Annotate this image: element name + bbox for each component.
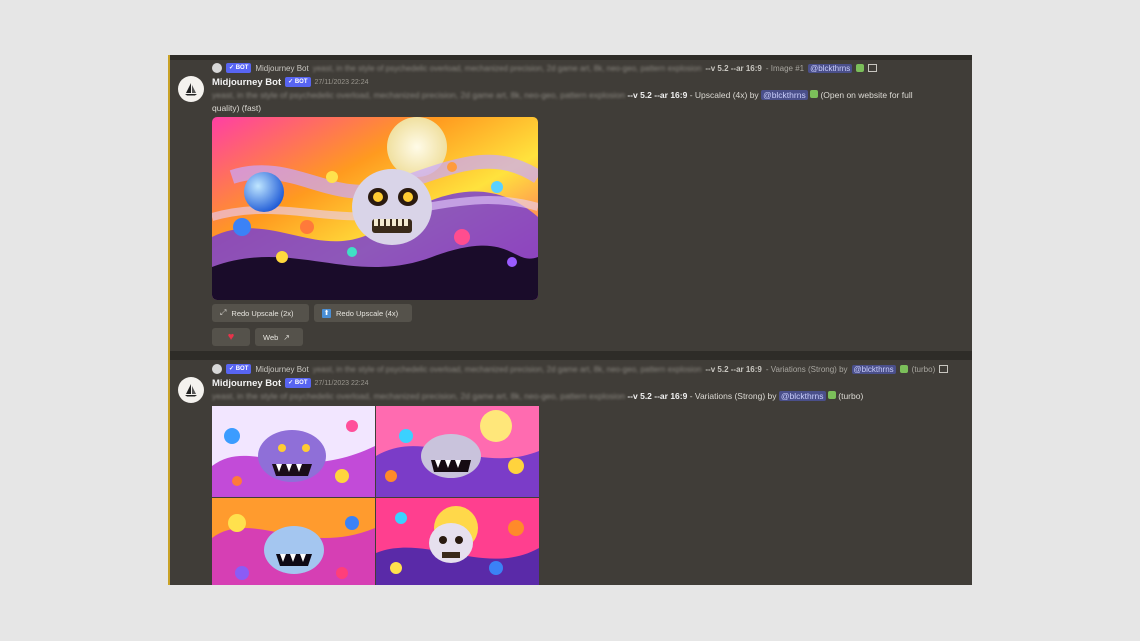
user-mention[interactable]: @blckthrns [761, 90, 808, 100]
variation-image-4[interactable] [376, 498, 539, 585]
chat-window: ✓ BOT Midjourney Bot yeast, in the style… [168, 55, 972, 585]
variation-artwork [376, 406, 539, 497]
image-icon [939, 365, 949, 373]
variation-image-2[interactable] [376, 406, 539, 497]
username[interactable]: Midjourney Bot [212, 378, 281, 389]
reply-mention[interactable]: @blckthrns [851, 364, 896, 374]
message-content: yeast, in the style of psychedelic overl… [212, 89, 932, 115]
redo-upscale-2x-label: Redo Upscale (2x) [231, 308, 294, 318]
avatar[interactable] [178, 76, 204, 102]
emoji-icon [827, 391, 836, 399]
variations-grid[interactable] [212, 406, 539, 585]
timestamp: 27/11/2023 22:24 [314, 78, 369, 86]
reply-params: --v 5.2 --ar 16:9 [705, 63, 762, 73]
image-icon [868, 64, 878, 72]
reply-username[interactable]: Midjourney Bot [255, 365, 308, 374]
web-button[interactable]: Web ↗ [255, 328, 303, 346]
emoji-icon [899, 365, 908, 373]
avatar[interactable] [178, 377, 204, 403]
reply-params: --v 5.2 --ar 16:9 [705, 364, 762, 374]
bot-badge: ✓ BOT [285, 378, 311, 388]
upload-icon: ⬆ [322, 308, 331, 318]
variation-artwork [212, 498, 375, 585]
redo-upscale-4x-label: Redo Upscale (4x) [336, 308, 399, 318]
user-mention[interactable]: @blckthrns [778, 391, 826, 401]
reply-mention[interactable]: @blckthrns [808, 63, 853, 73]
bot-badge: ✓ BOT [226, 364, 252, 374]
reply-reference[interactable]: ✓ BOT Midjourney Bot yeast, in the style… [212, 363, 949, 375]
heart-icon: ♥ [227, 331, 235, 343]
favorite-button[interactable]: ♥ [212, 328, 250, 346]
variation-image-1[interactable] [212, 406, 375, 497]
username[interactable]: Midjourney Bot [212, 77, 281, 88]
prompt-text: yeast, in the style of psychedelic overl… [212, 391, 625, 401]
variation-artwork [212, 406, 375, 497]
variation-image-3[interactable] [212, 498, 375, 585]
params-text: --v 5.2 --ar 16:9 [627, 90, 688, 100]
emoji-icon [856, 64, 865, 72]
web-label: Web [263, 332, 279, 342]
top-divider [170, 55, 972, 60]
action-text: - Variations (Strong) by [689, 391, 777, 401]
reply-username[interactable]: Midjourney Bot [255, 64, 308, 73]
reply-prompt: yeast, in the style of psychedelic overl… [312, 364, 702, 374]
redo-upscale-2x-button[interactable]: ⤢ Redo Upscale (2x) [212, 304, 309, 322]
reply-suffix: - Variations (Strong) by [765, 364, 848, 374]
emoji-icon [810, 90, 819, 98]
reply-reference[interactable]: ✓ BOT Midjourney Bot yeast, in the style… [212, 62, 878, 74]
message-content: yeast, in the style of psychedelic overl… [212, 390, 932, 403]
reply-suffix: - Image #1 [765, 63, 805, 73]
bot-badge: ✓ BOT [226, 63, 252, 73]
bot-badge: ✓ BOT [285, 77, 311, 87]
upscaled-image[interactable] [212, 117, 538, 300]
variation-artwork [376, 498, 539, 585]
reply-prompt: yeast, in the style of psychedelic overl… [312, 63, 702, 73]
prompt-text: yeast, in the style of psychedelic overl… [212, 90, 625, 100]
reply-avatar [212, 364, 222, 374]
message-divider [170, 351, 972, 360]
reply-avatar [212, 63, 222, 73]
external-link-icon: ↗ [283, 332, 290, 342]
message-header: Midjourney Bot ✓ BOT 27/11/2023 22:24 [212, 376, 368, 390]
tail-text: (turbo) [838, 391, 864, 401]
params-text: --v 5.2 --ar 16:9 [627, 391, 688, 401]
message-header: Midjourney Bot ✓ BOT 27/11/2023 22:24 [212, 75, 368, 89]
sailboat-icon [185, 83, 197, 96]
timestamp: 27/11/2023 22:24 [314, 379, 369, 387]
sailboat-icon [185, 384, 197, 397]
psychedelic-skull-artwork [212, 117, 538, 300]
reply-tail: (turbo) [911, 364, 936, 374]
expand-icon: ⤢ [220, 308, 227, 317]
redo-upscale-4x-button[interactable]: ⬆ Redo Upscale (4x) [314, 304, 412, 322]
action-text: - Upscaled (4x) by [689, 90, 759, 100]
